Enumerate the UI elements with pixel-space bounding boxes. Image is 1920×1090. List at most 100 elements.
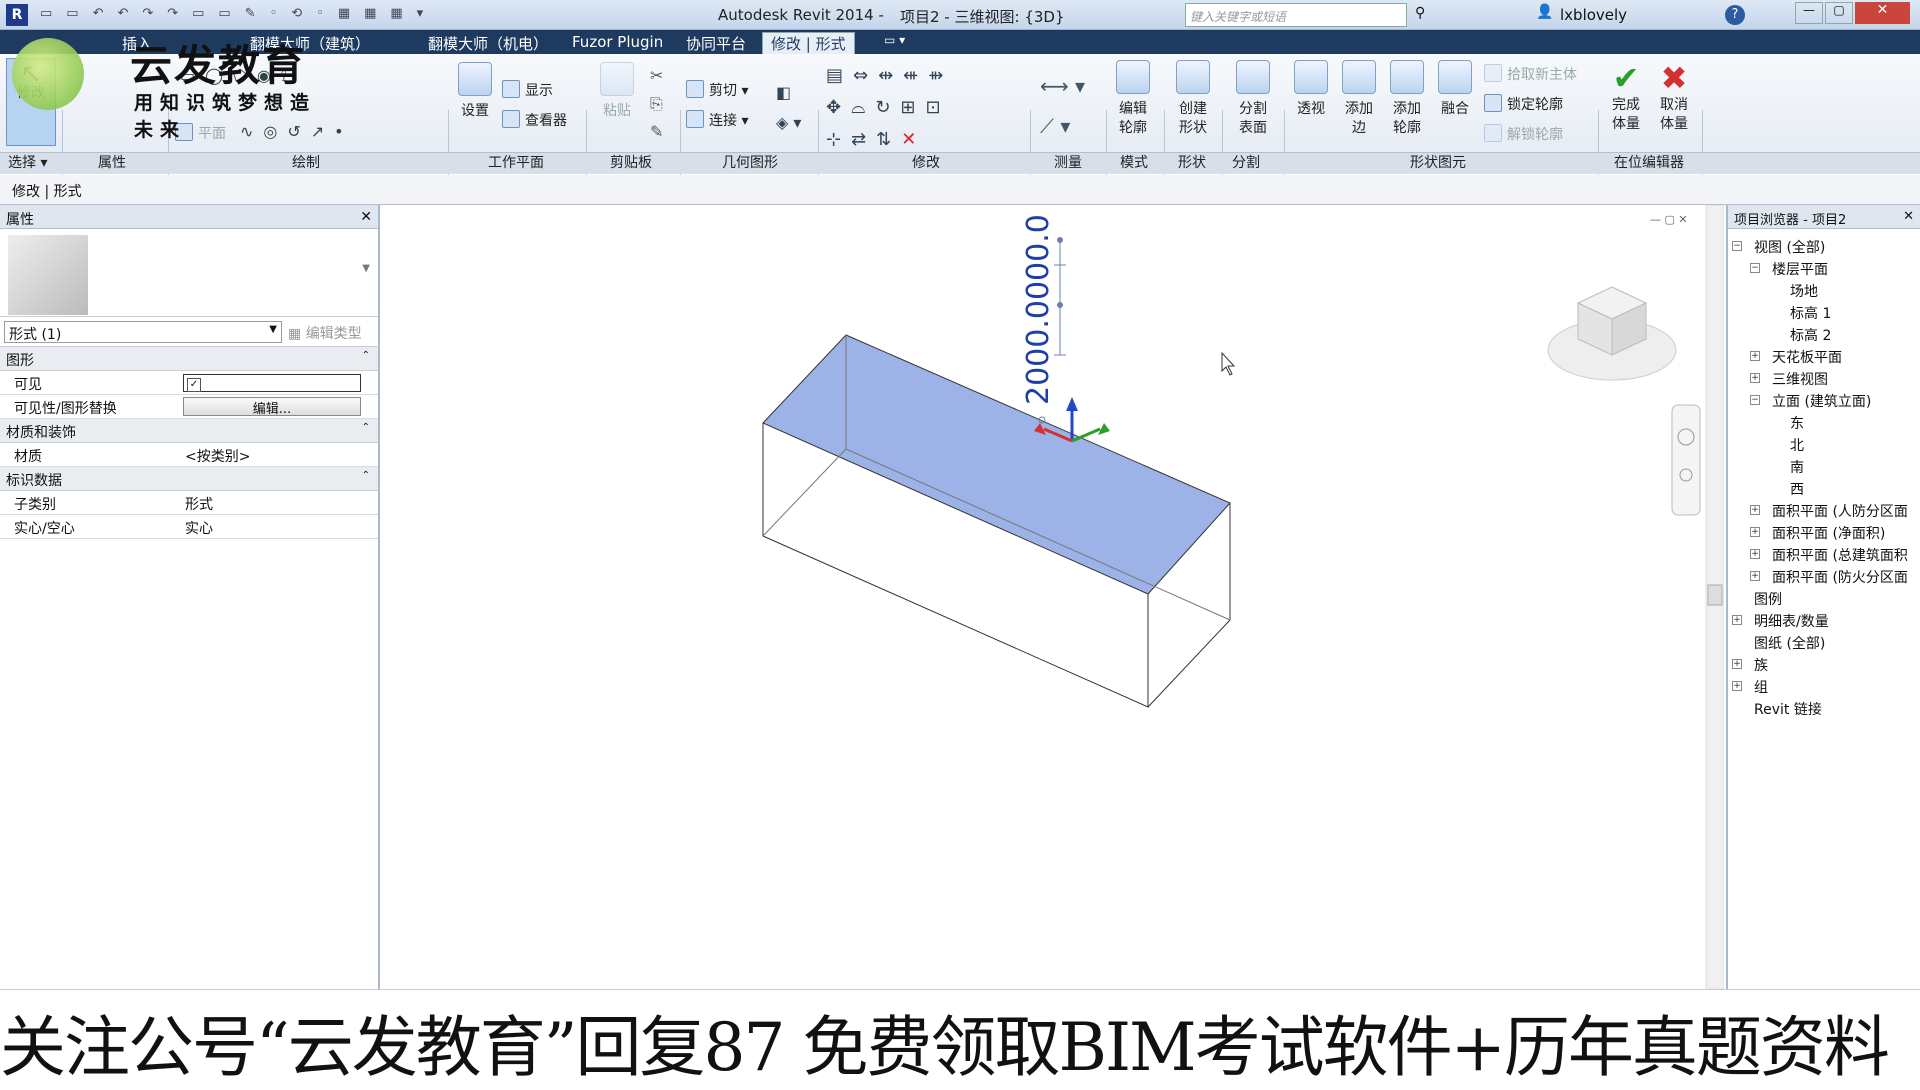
user-name[interactable]: lxblovely xyxy=(1560,6,1627,24)
pick-host-button[interactable]: 拾取新主体 xyxy=(1484,64,1577,84)
expand-toggle-icon[interactable]: + xyxy=(1750,571,1760,581)
visible-checkbox[interactable]: ✓ xyxy=(183,374,361,392)
finish-mass-button[interactable]: ✔ 完成 体量 xyxy=(1602,60,1650,134)
cancel-mass-button[interactable]: ✖ 取消 体量 xyxy=(1650,60,1698,134)
viewcube-icon[interactable] xyxy=(1547,286,1677,381)
window-controls[interactable]: — ▢ ✕ xyxy=(1650,213,1688,226)
project-browser: 项目浏览器 - 项目2 ✕ 视图 (全部) − 楼层平面 − 场地 标高 1 标高 2 天花板平… xyxy=(1726,205,1920,989)
expand-toggle-icon[interactable]: + xyxy=(1750,527,1760,537)
close-icon[interactable]: ✕ xyxy=(360,209,372,225)
chevron-down-icon[interactable]: ▼ xyxy=(362,263,370,274)
binoculars-icon[interactable]: ⚲ xyxy=(1415,5,1425,21)
help-icon[interactable]: ? xyxy=(1725,5,1745,25)
expand-toggle-icon[interactable]: − xyxy=(1750,395,1760,405)
promo-banner: 关注公号“云发教育”回复87 免费领取BIM考试软件+历年真题资料 xyxy=(0,989,1920,1086)
browser-tree-item[interactable]: 组 xyxy=(1754,677,1768,697)
set-workplane-button[interactable]: 设置 xyxy=(452,62,498,121)
browser-tree-item[interactable]: 面积平面 (防火分区面 xyxy=(1772,567,1908,587)
browser-tree-item[interactable]: Revit 链接 xyxy=(1754,699,1822,719)
expand-toggle-icon[interactable]: + xyxy=(1732,659,1742,669)
show-workplane-button[interactable]: 显示 xyxy=(502,80,553,100)
expand-toggle-icon[interactable]: + xyxy=(1750,351,1760,361)
expand-toggle-icon[interactable]: + xyxy=(1750,549,1760,559)
cut-geometry-button[interactable]: 剪切 ▾ xyxy=(686,80,748,100)
property-row[interactable]: 材质 <按类别> xyxy=(0,443,378,467)
browser-tree-item[interactable]: 图纸 (全部) xyxy=(1754,633,1825,653)
paste-button[interactable]: 粘贴 xyxy=(597,62,637,121)
tab-fanmo-mep[interactable]: 翻模大师（机电） xyxy=(428,33,548,54)
3d-viewport[interactable]: — ▢ ✕ 2000.0000.0 xyxy=(384,204,1725,990)
create-form-button[interactable]: 创建 形状 xyxy=(1170,60,1216,138)
section-identity-data[interactable]: 标识数据 ⌃ xyxy=(0,467,378,491)
dimension-value[interactable]: 2000.0000.0 xyxy=(1021,214,1056,405)
clipboard-icons[interactable]: ✂ ⎘ ✎ xyxy=(650,62,663,146)
tab-fuzor-plugin[interactable]: Fuzor Plugin xyxy=(572,33,663,51)
minimize-button[interactable]: — xyxy=(1795,2,1823,24)
viewport-scrollbar[interactable] xyxy=(1705,204,1725,990)
join-geometry-button[interactable]: 连接 ▾ xyxy=(686,110,748,130)
quick-access-toolbar[interactable]: ▭▭↶↶↷↷▭▭✎◦⟲◦▦▦▦▾ xyxy=(40,6,590,24)
tab-collaboration[interactable]: 协同平台 xyxy=(686,33,746,54)
browser-tree-item[interactable]: 面积平面 (总建筑面积 xyxy=(1772,545,1908,565)
type-selector[interactable]: 形式 (1) ▼ xyxy=(4,321,282,343)
browser-tree-item[interactable]: 面积平面 (净面积) xyxy=(1772,523,1885,543)
expand-toggle-icon[interactable]: − xyxy=(1750,263,1760,273)
section-graphics[interactable]: 图形 ⌃ xyxy=(0,347,378,371)
tab-modify-form[interactable]: 修改 | 形式 xyxy=(762,32,855,54)
group-select[interactable]: 选择 ▾ xyxy=(8,152,47,172)
collapse-icon: ⌃ xyxy=(361,470,370,481)
close-icon[interactable]: ✕ xyxy=(1903,209,1914,224)
browser-tree-item[interactable]: 北 xyxy=(1790,435,1804,455)
section-materials[interactable]: 材质和装饰 ⌃ xyxy=(0,419,378,443)
navigation-bar[interactable] xyxy=(1671,404,1701,516)
selected-top-face[interactable] xyxy=(762,334,1231,595)
browser-tree-item[interactable]: 东 xyxy=(1790,413,1804,433)
lock-profile-button[interactable]: 锁定轮廓 xyxy=(1484,94,1563,114)
browser-tree-item[interactable]: 标高 1 xyxy=(1790,303,1831,323)
browser-tree-item[interactable]: 明细表/数量 xyxy=(1754,611,1829,631)
measure-tools[interactable]: ⟷ ▾ ⟋ ▾ xyxy=(1040,66,1085,146)
group-form-element: 形状图元 xyxy=(1410,155,1466,171)
expand-toggle-icon[interactable]: + xyxy=(1750,373,1760,383)
visibility-edit-button[interactable]: 编辑... xyxy=(183,397,361,417)
browser-tree-item[interactable]: 视图 (全部) xyxy=(1754,237,1825,257)
add-profile-button[interactable]: 添加 轮廓 xyxy=(1384,60,1430,138)
add-edge-button[interactable]: 添加边 xyxy=(1336,60,1382,138)
expand-toggle-icon[interactable]: + xyxy=(1732,681,1742,691)
property-row[interactable]: 实心/空心 实心 xyxy=(0,515,378,539)
browser-tree-item[interactable]: 立面 (建筑立面) xyxy=(1772,391,1871,411)
browser-tree-item[interactable]: 族 xyxy=(1754,655,1768,675)
pick-host-icon xyxy=(1484,64,1502,82)
edit-profile-button[interactable]: 编辑 轮廓 xyxy=(1110,60,1156,138)
close-button[interactable]: ✕ xyxy=(1855,2,1910,24)
edit-type-icon: ▦ xyxy=(288,326,302,342)
expand-toggle-icon[interactable]: + xyxy=(1732,615,1742,625)
browser-tree-item[interactable]: 西 xyxy=(1790,479,1804,499)
browser-tree-item[interactable]: 三维视图 xyxy=(1772,369,1828,389)
divide-surface-button[interactable]: 分割 表面 xyxy=(1230,60,1276,138)
xray-button[interactable]: 透视 xyxy=(1286,60,1336,119)
browser-tree-item[interactable]: 天花板平面 xyxy=(1772,347,1842,367)
group-mode: 模式 xyxy=(1120,155,1148,171)
geometry-tool-icons[interactable]: ◧ ◈ ▾ xyxy=(776,78,801,138)
search-input[interactable]: 键入关键字或短语 xyxy=(1185,3,1407,27)
revit-app-icon[interactable]: R xyxy=(6,4,28,26)
dissolve-button[interactable]: 融合 xyxy=(1432,60,1478,119)
properties-header: 属性 ✕ xyxy=(0,205,378,229)
browser-tree-item[interactable]: 南 xyxy=(1790,457,1804,477)
browser-tree-item[interactable]: 场地 xyxy=(1790,281,1818,301)
unlock-profile-button[interactable]: 解锁轮廓 xyxy=(1484,124,1563,144)
edit-type-button[interactable]: ▦ 编辑类型 xyxy=(288,323,362,343)
browser-tree-item[interactable]: 图例 xyxy=(1754,589,1782,609)
browser-tree-item[interactable]: 标高 2 xyxy=(1790,325,1831,345)
tab-overflow-icon[interactable]: ▭ ▾ xyxy=(884,33,905,47)
expand-toggle-icon[interactable]: + xyxy=(1750,505,1760,515)
expand-toggle-icon[interactable]: − xyxy=(1732,241,1742,251)
show-icon xyxy=(502,80,520,98)
browser-tree-item[interactable]: 面积平面 (人防分区面 xyxy=(1772,501,1908,521)
property-row[interactable]: 子类别 形式 xyxy=(0,491,378,515)
modify-tools-grid[interactable]: ▤⇔⇹⇺⇻ ✥⌓↻⊞⊡ ⊹⇄⇅✕ xyxy=(826,60,1026,156)
maximize-button[interactable]: ▢ xyxy=(1825,2,1853,24)
workplane-viewer-button[interactable]: 查看器 xyxy=(502,110,567,130)
browser-tree-item[interactable]: 楼层平面 xyxy=(1772,259,1828,279)
